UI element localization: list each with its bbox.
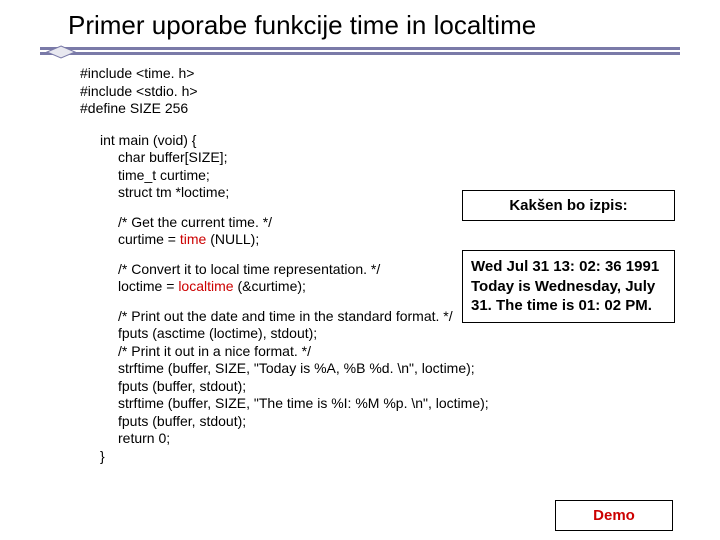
code-line: strftime (buffer, SIZE, "Today is %A, %B…: [100, 360, 720, 378]
code-line: return 0;: [100, 430, 720, 448]
code-line: #include <stdio. h>: [80, 83, 720, 101]
code-line: }: [100, 448, 720, 466]
code-line: time_t curtime;: [100, 167, 720, 185]
code-line: /* Print it out in a nice format. */: [100, 343, 720, 361]
title-underline: [40, 45, 680, 59]
include-block: #include <time. h> #include <stdio. h> #…: [0, 65, 720, 118]
output-line: Today is Wednesday, July 31. The time is…: [471, 277, 666, 316]
code-line: fputs (buffer, stdout);: [100, 378, 720, 396]
fn-time: time: [180, 231, 206, 247]
code-line: curtime = time (NULL);: [100, 231, 720, 249]
output-box: Wed Jul 31 13: 02: 36 1991 Today is Wedn…: [462, 250, 675, 323]
code-line: #define SIZE 256: [80, 100, 720, 118]
slide-title: Primer uporabe funkcije time in localtim…: [0, 0, 720, 45]
code-line: #include <time. h>: [80, 65, 720, 83]
diamond-icon: [46, 45, 72, 57]
code-line: fputs (asctime (loctime), stdout);: [100, 325, 720, 343]
code-line: fputs (buffer, stdout);: [100, 413, 720, 431]
fn-localtime: localtime: [178, 278, 233, 294]
demo-box: Demo: [555, 500, 673, 531]
output-line: Wed Jul 31 13: 02: 36 1991: [471, 257, 666, 277]
code-line: strftime (buffer, SIZE, "The time is %I:…: [100, 395, 720, 413]
code-line: int main (void) {: [100, 132, 720, 150]
code-line: char buffer[SIZE];: [100, 149, 720, 167]
output-label-box: Kakšen bo izpis:: [462, 190, 675, 221]
